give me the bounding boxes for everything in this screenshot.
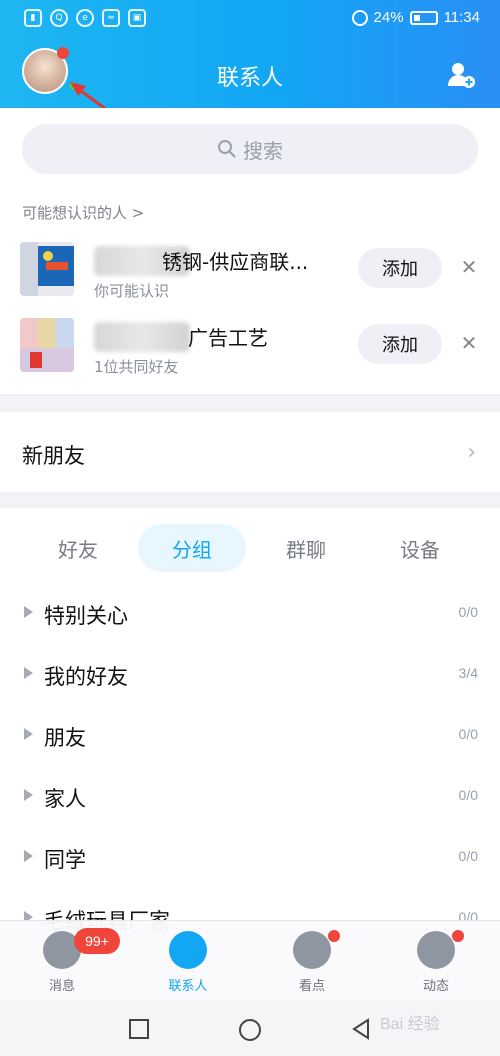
nav-contacts[interactable]: 联系人 bbox=[148, 931, 228, 1001]
tab-groups[interactable]: 分组 bbox=[138, 524, 246, 572]
recommendation-subtitle: 1位共同好友 bbox=[94, 358, 179, 376]
nav-label: 联系人 bbox=[168, 979, 208, 994]
planet-icon bbox=[417, 931, 455, 969]
recommendation-item[interactable]: 广告工艺 1位共同好友 添加 ✕ bbox=[0, 318, 500, 394]
chevron-right-icon: › bbox=[467, 440, 476, 465]
group-row[interactable]: 特别关心 0/0 bbox=[0, 586, 500, 646]
group-count: 0/0 bbox=[458, 726, 478, 742]
search-placeholder: 搜索 bbox=[243, 138, 283, 163]
contacts-icon bbox=[169, 931, 207, 969]
nav-moments[interactable]: 动态 bbox=[396, 931, 476, 1001]
new-friends-label: 新朋友 bbox=[22, 444, 85, 468]
qq-icon: Q bbox=[50, 9, 68, 27]
image-icon: ▣ bbox=[128, 9, 146, 27]
add-contact-icon[interactable] bbox=[446, 60, 476, 90]
expand-triangle-icon bbox=[24, 789, 33, 801]
search-icon bbox=[218, 140, 236, 158]
search-bar[interactable]: 搜索 bbox=[22, 124, 478, 174]
group-row[interactable]: 朋友 0/0 bbox=[0, 708, 500, 768]
people-you-may-know-link[interactable]: 可能想认识的人 > bbox=[22, 202, 144, 223]
group-count: 0/0 bbox=[458, 848, 478, 864]
app-icon: e bbox=[76, 9, 94, 27]
recommendation-item[interactable]: 锈钢-供应商联... 你可能认识 添加 ✕ bbox=[0, 242, 500, 318]
group-name: 同学 bbox=[44, 848, 86, 872]
recommendation-name: 广告工艺 bbox=[188, 326, 268, 350]
expand-triangle-icon bbox=[24, 850, 33, 862]
recommendation-avatar bbox=[20, 318, 74, 372]
group-row[interactable]: 同学 0/0 bbox=[0, 830, 500, 890]
contacts-groups-panel: 好友 分组 群聊 设备 特别关心 0/0 我的好友 3/4 朋友 0/0 家人 … bbox=[0, 508, 500, 938]
group-row[interactable]: 家人 0/0 bbox=[0, 769, 500, 829]
unread-badge: 99+ bbox=[74, 928, 120, 954]
recommendation-avatar bbox=[20, 242, 74, 296]
group-name: 特别关心 bbox=[44, 604, 128, 628]
group-count: 0/0 bbox=[458, 604, 478, 620]
new-friends-row[interactable]: 新朋友 › bbox=[0, 412, 500, 492]
expand-triangle-icon bbox=[24, 606, 33, 618]
contact-tabs: 好友 分组 群聊 设备 bbox=[0, 524, 500, 572]
eye-icon bbox=[293, 931, 331, 969]
recent-apps-icon[interactable] bbox=[128, 1018, 150, 1040]
home-icon[interactable] bbox=[238, 1018, 262, 1042]
status-icons-right: 24% 11:34 bbox=[351, 9, 480, 26]
close-icon[interactable]: ✕ bbox=[458, 256, 480, 278]
alarm-icon bbox=[351, 9, 368, 26]
back-icon[interactable] bbox=[350, 1018, 372, 1040]
notification-dot bbox=[452, 930, 464, 942]
recommendation-subtitle: 你可能认识 bbox=[94, 282, 170, 300]
group-row[interactable]: 我的好友 3/4 bbox=[0, 647, 500, 707]
battery-percent: 24% bbox=[373, 9, 404, 26]
bottom-nav: 消息 联系人 看点 动态 bbox=[0, 920, 500, 1000]
group-count: 0/0 bbox=[458, 787, 478, 803]
close-icon[interactable]: ✕ bbox=[458, 332, 480, 354]
add-button[interactable]: 添加 bbox=[358, 324, 442, 364]
page-title: 联系人 bbox=[216, 66, 283, 91]
nav-label: 看点 bbox=[298, 979, 325, 994]
expand-triangle-icon bbox=[24, 667, 33, 679]
notification-dot bbox=[57, 47, 69, 59]
group-count: 3/4 bbox=[458, 665, 478, 681]
group-name: 家人 bbox=[44, 787, 86, 811]
status-bar: ▮ Q e ≈ ▣ 24% 11:34 bbox=[0, 0, 500, 38]
group-name: 朋友 bbox=[44, 726, 86, 750]
add-button[interactable]: 添加 bbox=[358, 248, 442, 288]
recommendation-name: 锈钢-供应商联... bbox=[162, 250, 309, 274]
signal-icon: ▮ bbox=[24, 9, 42, 27]
nav-label: 动态 bbox=[422, 979, 449, 994]
tab-friends[interactable]: 好友 bbox=[30, 524, 126, 572]
clock: 11:34 bbox=[443, 9, 480, 26]
group-name: 我的好友 bbox=[44, 665, 128, 689]
battery-icon bbox=[409, 10, 438, 25]
tab-devices[interactable]: 设备 bbox=[372, 524, 468, 572]
tab-group-chats[interactable]: 群聊 bbox=[258, 524, 354, 572]
blurred-name bbox=[94, 322, 190, 352]
notification-dot bbox=[328, 930, 340, 942]
nav-watch[interactable]: 看点 bbox=[272, 931, 352, 1001]
wifi-icon: ≈ bbox=[102, 9, 120, 27]
watermark: Bai 经验 bbox=[380, 1016, 440, 1033]
expand-triangle-icon bbox=[24, 728, 33, 740]
nav-label: 消息 bbox=[48, 979, 75, 994]
status-icons-left: ▮ Q e ≈ ▣ bbox=[24, 9, 146, 27]
